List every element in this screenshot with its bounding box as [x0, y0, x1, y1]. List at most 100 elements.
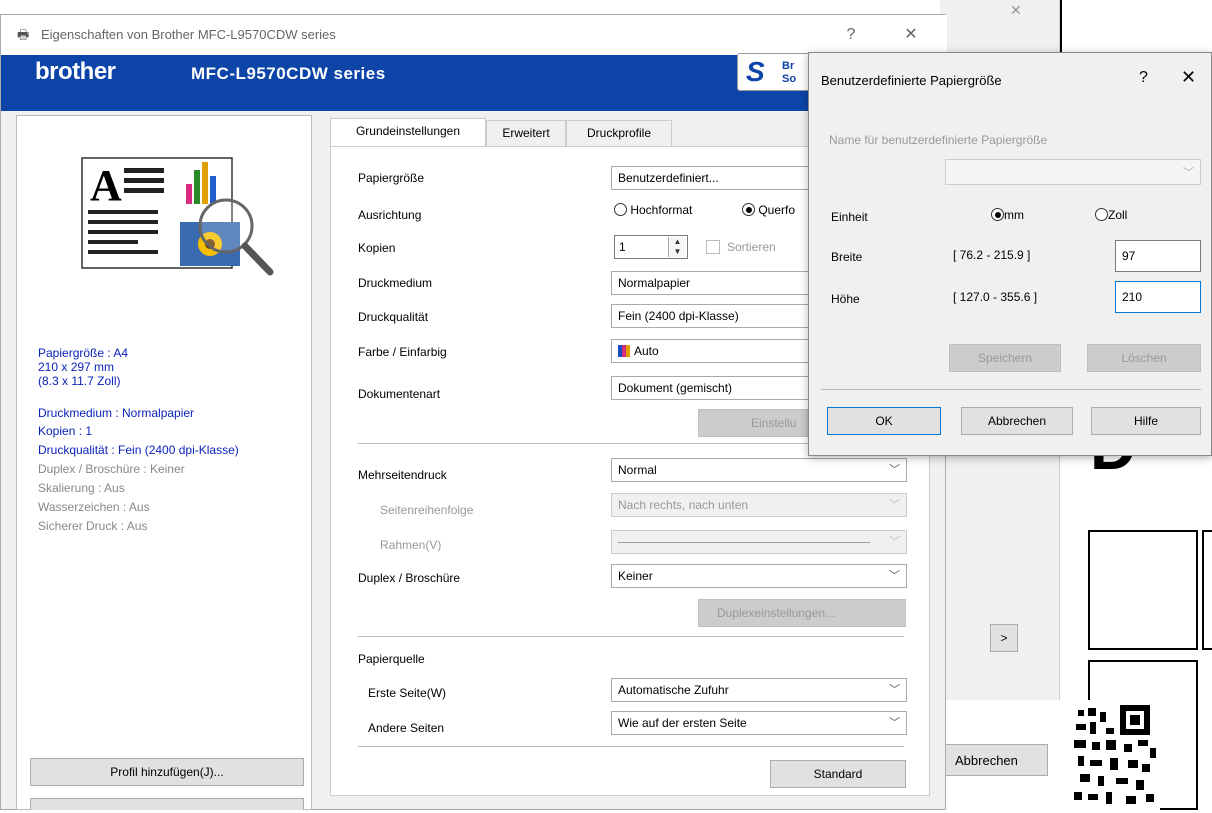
tab-advanced[interactable]: Erweitert — [486, 120, 566, 146]
chevron-down-icon: ﹀ — [889, 570, 900, 582]
radio-icon — [1095, 208, 1108, 221]
ok-button[interactable]: OK — [827, 407, 941, 435]
paper-size-value: Benutzerdefiniert... — [618, 171, 719, 185]
info-watermark: Wasserzeichen : Aus — [38, 500, 150, 514]
save-button[interactable]: Speichern — [949, 344, 1061, 372]
duplex-select[interactable]: Keiner ﹀ — [611, 564, 907, 588]
printer-icon: 🖶 — [17, 27, 30, 42]
border-line-icon — [618, 542, 870, 544]
first-page-value: Automatische Zufuhr — [618, 683, 729, 697]
delete-button[interactable]: Löschen — [1087, 344, 1201, 372]
solutions-logo-icon: S — [746, 56, 765, 87]
standard-button[interactable]: Standard — [770, 760, 906, 788]
background-cancel-button[interactable]: Abbrechen — [940, 744, 1048, 776]
tab-profiles[interactable]: Druckprofile — [566, 120, 672, 146]
chevron-down-icon: ﹀ — [1183, 167, 1194, 179]
info-paper-inch: (8.3 x 11.7 Zoll) — [38, 374, 121, 388]
unit-label: Einheit — [831, 210, 868, 224]
radio-checked-icon — [742, 203, 755, 216]
width-range: [ 76.2 - 215.9 ] — [953, 248, 1031, 262]
portrait-radio[interactable]: Hochformat — [614, 203, 692, 217]
close-icon[interactable]: ✕ — [891, 21, 931, 49]
radio-icon — [614, 203, 627, 216]
paper-size-label: Papiergröße — [358, 171, 425, 185]
media-label: Druckmedium — [358, 276, 433, 290]
width-label: Breite — [831, 250, 863, 264]
border-select[interactable]: ﹀ — [611, 530, 907, 554]
first-page-select[interactable]: Automatische Zufuhr ﹀ — [611, 678, 907, 702]
background-box — [1202, 530, 1212, 650]
dialog-title: Benutzerdefinierte Papiergröße — [821, 73, 1002, 88]
dialog-help-button[interactable]: ? — [1139, 69, 1148, 87]
dialog-close-icon[interactable]: ✕ — [1181, 67, 1196, 88]
other-pages-select[interactable]: Wie auf der ersten Seite ﹀ — [611, 711, 907, 735]
next-button[interactable]: > — [990, 624, 1018, 652]
background-box — [1088, 530, 1198, 650]
page-order-select[interactable]: Nach rechts, nach unten ﹀ — [611, 493, 907, 517]
quality-label: Druckqualität — [358, 310, 429, 324]
other-pages-value: Wie auf der ersten Seite — [618, 716, 747, 730]
quality-value: Fein (2400 dpi-Klasse) — [618, 309, 739, 323]
unit-inch-label: Zoll — [1108, 208, 1128, 222]
info-copies: Kopien : 1 — [38, 424, 93, 438]
height-range: [ 127.0 - 355.6 ] — [953, 290, 1038, 304]
chevron-down-icon: ﹀ — [889, 717, 900, 729]
copies-spinner-icon[interactable]: ▲ ▼ — [668, 237, 686, 257]
brother-solutions-button[interactable]: S Br So — [737, 53, 812, 91]
custom-paper-size-dialog: Benutzerdefinierte Papiergröße ? ✕ Name … — [808, 52, 1212, 456]
info-quality: Druckqualität : Fein (2400 dpi-Klasse) — [38, 443, 239, 457]
add-profile-button[interactable]: Profil hinzufügen(J)... — [30, 758, 304, 786]
solutions-text-line: So — [782, 73, 797, 85]
divider — [1060, 0, 1062, 60]
multipage-select[interactable]: Normal ﹀ — [611, 458, 907, 482]
svg-text:A: A — [90, 161, 122, 210]
tab-basic[interactable]: Grundeinstellungen — [330, 118, 486, 147]
info-paper-mm: 210 x 297 mm — [38, 360, 115, 374]
orientation-label: Ausrichtung — [358, 208, 422, 222]
name-combobox[interactable]: ﹀ — [945, 159, 1201, 185]
model-name: MFC-L9570CDW series — [191, 64, 386, 83]
height-label: Höhe — [831, 292, 860, 306]
page-order-label: Seitenreihenfolge — [380, 503, 474, 517]
unit-inch-radio[interactable]: Zoll — [1095, 208, 1127, 222]
help-button[interactable]: ? — [831, 21, 871, 49]
width-input[interactable]: 97 — [1115, 240, 1201, 272]
color-label: Farbe / Einfarbig — [358, 345, 447, 359]
secondary-button[interactable] — [30, 798, 304, 810]
collate-checkbox[interactable] — [706, 240, 720, 254]
unit-mm-label: mm — [1004, 208, 1024, 222]
qr-code-icon — [1070, 700, 1160, 810]
paper-source-label: Papierquelle — [358, 652, 425, 666]
collate-label: Sortieren — [727, 240, 776, 254]
duplex-settings-button[interactable]: Duplexeinstellungen... — [698, 599, 906, 627]
unit-mm-radio[interactable]: mm — [991, 208, 1024, 222]
section-divider — [358, 636, 904, 637]
multipage-label: Mehrseitendruck — [358, 468, 447, 482]
brother-logo: brother — [35, 58, 116, 85]
info-secure-print: Sicherer Druck : Aus — [38, 519, 148, 533]
cancel-button[interactable]: Abbrechen — [961, 407, 1073, 435]
landscape-radio[interactable]: Querfo — [742, 203, 795, 217]
settings-button[interactable]: Einstellu — [698, 409, 808, 437]
window-title: Eigenschaften von Brother MFC-L9570CDW s… — [41, 27, 336, 42]
name-label: Name für benutzerdefinierte Papiergröße — [829, 133, 1048, 147]
help-dialog-button[interactable]: Hilfe — [1091, 407, 1201, 435]
solutions-text-line: Br — [782, 60, 795, 72]
doctype-label: Dokumentenart — [358, 387, 441, 401]
color-value: Auto — [634, 344, 659, 358]
chevron-down-icon: ﹀ — [889, 464, 900, 476]
chevron-down-icon: ﹀ — [889, 536, 900, 548]
radio-checked-icon — [991, 208, 1004, 221]
info-media: Druckmedium : Normalpapier — [38, 406, 195, 420]
multipage-value: Normal — [618, 463, 657, 477]
duplex-value: Keiner — [618, 569, 653, 583]
chevron-down-icon: ﹀ — [889, 684, 900, 696]
background-close-icon[interactable]: ✕ — [1010, 2, 1022, 19]
title-bar: 🖶 Eigenschaften von Brother MFC-L9570CDW… — [1, 15, 947, 55]
color-mode-icon — [618, 345, 630, 357]
copies-label: Kopien — [358, 241, 396, 255]
height-input[interactable]: 210 — [1115, 281, 1201, 313]
other-pages-label: Andere Seiten — [368, 721, 445, 735]
page-order-value: Nach rechts, nach unten — [618, 498, 749, 512]
duplex-label: Duplex / Broschüre — [358, 571, 461, 585]
